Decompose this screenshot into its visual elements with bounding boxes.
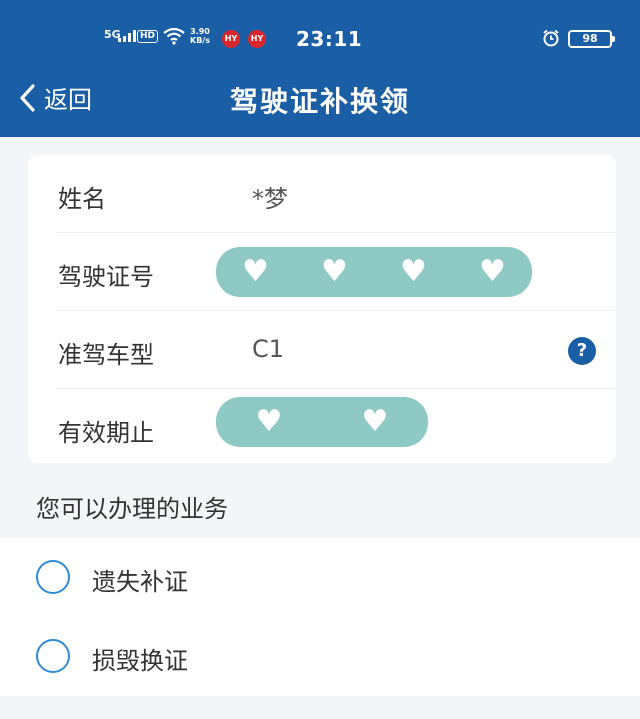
help-icon[interactable]: ? (568, 337, 596, 365)
app-notification-icon: HY (222, 30, 240, 48)
clock: 23:11 (296, 27, 363, 51)
info-label: 驾驶证号 (58, 263, 154, 291)
status-bar: 5G HD 3.90 KB/s HY HY 23:11 98 (0, 22, 640, 58)
signal-icon (118, 30, 136, 42)
info-row-license-number: 驾驶证号 ♥ ♥ ♥ ♥ (28, 233, 616, 311)
heart-icon: ♥ (242, 254, 269, 289)
app-header: 5G HD 3.90 KB/s HY HY 23:11 98 返回 驾驶证补换领 (0, 0, 640, 137)
heart-icon: ♥ (255, 404, 283, 439)
info-value: C1 (252, 335, 285, 363)
alarm-icon (542, 29, 560, 50)
nav-bar: 返回 驾驶证补换领 (0, 70, 640, 130)
redaction-mask: ♥ ♥ (216, 397, 428, 447)
wifi-icon (163, 27, 185, 48)
option-label: 损毁换证 (92, 647, 188, 675)
heart-icon: ♥ (479, 254, 506, 289)
heart-icon: ♥ (321, 254, 348, 289)
app-notification-icon: HY (248, 30, 266, 48)
heart-icon: ♥ (400, 254, 427, 289)
info-row-expiry: 有效期止 ♥ ♥ (28, 389, 616, 467)
speed-unit: KB/s (190, 36, 210, 45)
radio-button[interactable] (36, 639, 70, 673)
license-info-card: 姓名 *梦 驾驶证号 ♥ ♥ ♥ ♥ 准驾车型 C1 ? 有效期止 ♥ ♥ (28, 155, 616, 463)
info-label: 准驾车型 (58, 341, 154, 369)
info-row-vehicle-class: 准驾车型 C1 ? (28, 311, 616, 389)
network-speed: 3.90 KB/s (190, 27, 210, 45)
page-title: 驾驶证补换领 (229, 85, 410, 118)
info-row-name: 姓名 *梦 (28, 155, 616, 233)
info-value: *梦 (252, 185, 288, 213)
speed-value: 3.90 (190, 27, 210, 36)
info-label: 姓名 (58, 185, 106, 213)
service-options: 遗失补证 损毁换证 (0, 538, 640, 696)
battery-icon: 98 (568, 30, 615, 48)
heart-icon: ♥ (361, 404, 389, 439)
radio-button[interactable] (36, 560, 70, 594)
option-damaged-replacement[interactable]: 损毁换证 (0, 617, 640, 696)
info-label: 有效期止 (58, 419, 154, 447)
redaction-mask: ♥ ♥ ♥ ♥ (216, 247, 532, 297)
option-lost-replacement[interactable]: 遗失补证 (0, 538, 640, 617)
services-title: 您可以办理的业务 (36, 495, 228, 523)
hd-badge: HD (137, 30, 159, 43)
option-label: 遗失补证 (92, 568, 188, 596)
